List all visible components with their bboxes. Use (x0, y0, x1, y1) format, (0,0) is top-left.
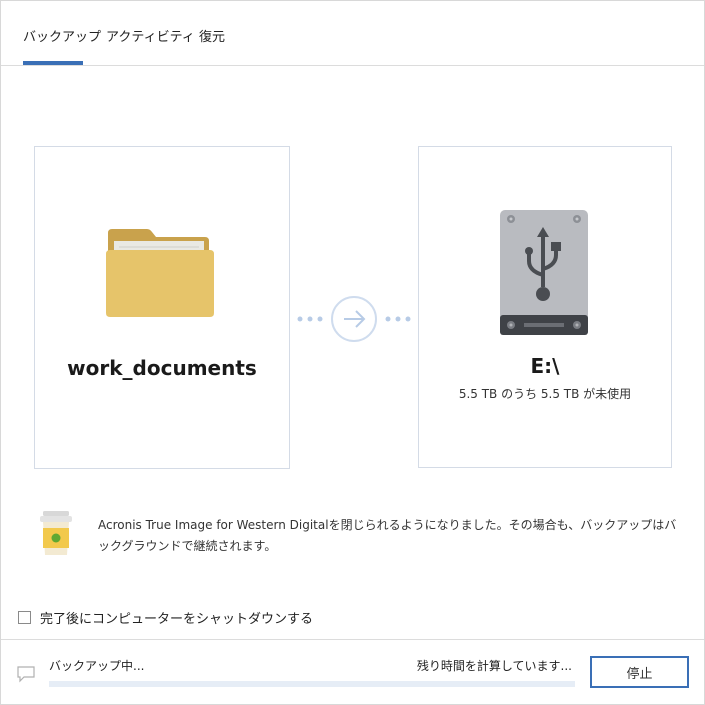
tab-backup[interactable]: バックアップ (23, 26, 101, 45)
destination-capacity-info: 5.5 TB のうち 5.5 TB が未使用 (458, 387, 632, 401)
usb-drive-icon (500, 210, 588, 335)
arrow-connector-icon (297, 296, 411, 342)
backup-destination-card[interactable]: E:\ 5.5 TB のうち 5.5 TB が未使用 (418, 146, 672, 468)
shutdown-checkbox[interactable] (18, 610, 31, 624)
active-tab-indicator (23, 61, 83, 65)
tab-bar: バックアップ アクティビティ 復元 (1, 1, 704, 66)
coffee-cup-icon (40, 511, 72, 555)
tab-activity[interactable]: アクティビティ (106, 26, 195, 45)
background-info-message: Acronis True Image for Western Digitalを閉… (98, 518, 677, 553)
backup-source-card[interactable]: work_documents (34, 146, 290, 469)
comment-icon[interactable] (16, 665, 36, 683)
folder-icon (106, 229, 214, 317)
backup-status: バックアップ中... (49, 659, 145, 673)
tab-restore[interactable]: 復元 (199, 26, 225, 45)
stop-button[interactable]: 停止 (590, 656, 689, 688)
shutdown-checkbox-label: 完了後にコンピューターをシャットダウンする (40, 611, 314, 627)
backup-window: バックアップ アクティビティ 復元 work_documents E:\ 5.5… (0, 0, 705, 705)
source-name: work_documents (67, 356, 257, 380)
footer-divider (1, 639, 704, 640)
destination-name: E:\ (530, 354, 560, 378)
remaining-time: 残り時間を計算しています... (416, 659, 572, 673)
shutdown-option[interactable]: 完了後にコンピューターをシャットダウンする (18, 607, 313, 627)
backup-progress-bar (49, 681, 575, 687)
